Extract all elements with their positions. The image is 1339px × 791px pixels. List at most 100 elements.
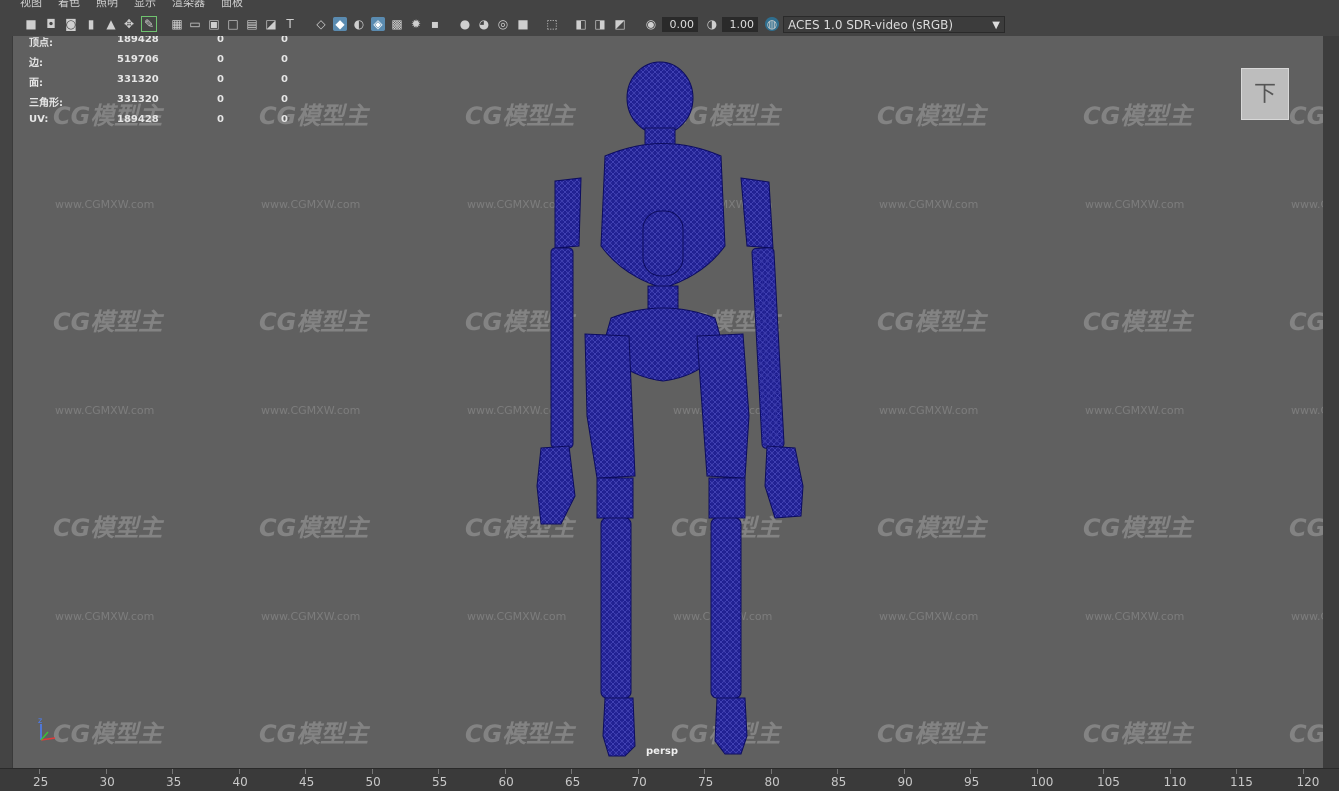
timeline-tick	[1103, 769, 1104, 774]
gamma-field[interactable]: 1.00	[722, 17, 758, 32]
hud-value: 519706	[117, 54, 159, 65]
timeline-tick	[105, 769, 107, 774]
timeline-tick	[238, 769, 240, 774]
timeline-tick-label: 75	[698, 775, 714, 789]
chevron-down-icon: ▼	[992, 20, 1000, 31]
color-space-select[interactable]: ACES 1.0 SDR-video (sRGB) ▼	[783, 16, 1005, 33]
timeline-tick	[504, 769, 506, 774]
smooth-shade-icon[interactable]: ◆	[333, 17, 347, 31]
robot-right-foot	[714, 697, 748, 755]
timeline-tick	[837, 769, 838, 774]
use-all-lights-icon[interactable]: ✹	[409, 17, 423, 31]
robot-right-shin	[710, 517, 742, 699]
hud-value: 0	[281, 54, 288, 65]
timeline-tick	[770, 769, 772, 774]
timeline-tick-label: 95	[964, 775, 980, 789]
menu-item-5[interactable]: 面板	[221, 0, 243, 9]
wireframe-icon[interactable]: ◇	[314, 17, 328, 31]
timeline-tick-label: 85	[831, 775, 847, 789]
grease-pencil-icon[interactable]: ✎	[141, 16, 157, 32]
left-border	[0, 36, 12, 768]
robot-left-shoulder	[554, 177, 582, 249]
hud-value: 0	[217, 94, 224, 105]
exposure-field[interactable]: 0.00	[662, 17, 698, 32]
hud-value: 0	[217, 114, 224, 125]
menu-item-4[interactable]: 渲染器	[172, 0, 205, 9]
robot-right-shoulder	[740, 177, 774, 249]
axis-gizmo-icon: z	[38, 716, 56, 741]
robot-right-thigh	[696, 333, 750, 479]
xray-components-icon[interactable]: ◩	[613, 17, 627, 31]
viewport-persp[interactable]: CG模型主CG模型主CG模型主CG模型主CG模型主CG模型主CG模型主CG模型主…	[12, 36, 1324, 768]
robot-chest-detail	[642, 210, 684, 277]
timeline-tick	[1302, 769, 1304, 774]
timeline-tick-label: 115	[1230, 775, 1253, 789]
film-gate-icon[interactable]: ▭	[188, 17, 202, 31]
grid-icon[interactable]: ▦	[170, 17, 184, 31]
panel-toolbar: ■ ◘ ◙ ▮ ▲ ✥ ✎ ▦ ▭ ▣ □ ▤ ◪ T ◇ ◆ ◐ ◈ ▩ ✹ …	[0, 12, 1339, 37]
menu-item-0[interactable]: 视图	[20, 0, 42, 9]
timeline-tick-label: 40	[232, 775, 248, 789]
menu-item-1[interactable]: 着色	[58, 0, 80, 9]
field-chart-icon[interactable]: ▤	[245, 17, 259, 31]
hud-value: 0	[281, 94, 288, 105]
hud-value: 189428	[117, 114, 159, 125]
camera-select-icon[interactable]: ■	[24, 17, 38, 31]
camera-lock-icon[interactable]: ◘	[44, 17, 58, 31]
timeline-tick-label: 100	[1030, 775, 1054, 789]
right-scrollbar[interactable]	[1323, 36, 1339, 768]
robot-left-knee	[596, 477, 634, 519]
robot-right-arm	[751, 247, 785, 449]
timeline-tick	[371, 769, 373, 774]
resolution-gate-icon[interactable]: ▣	[207, 17, 221, 31]
timeline-tick	[172, 769, 173, 774]
viewcube[interactable]: 下	[1241, 68, 1289, 120]
xray-icon[interactable]: ◧	[574, 17, 588, 31]
timeline-tick-label: 45	[299, 775, 315, 789]
camera-attributes-icon[interactable]: ◙	[64, 17, 78, 31]
timeline-tick	[903, 769, 905, 774]
timeline-tick	[305, 769, 306, 774]
isolate-select-icon[interactable]: ⬚	[545, 17, 559, 31]
gamma-icon[interactable]: ◑	[705, 17, 719, 31]
bookmark-icon[interactable]: ▮	[84, 17, 98, 31]
wireframe-on-shaded-icon[interactable]: ◈	[371, 17, 385, 31]
timeline-tick-label: 80	[764, 775, 780, 789]
ambient-occlusion-icon[interactable]: ●	[458, 17, 472, 31]
menu-item-3[interactable]: 显示	[134, 0, 156, 9]
robot-right-hand	[764, 445, 804, 519]
time-slider-ruler[interactable]: 25 30 35 40 45 50 55 60 65 70 75 80 85 90 95 100 105 110 1…	[0, 768, 1339, 791]
robot-left-thigh	[584, 333, 636, 479]
robot-head	[626, 61, 694, 135]
timeline-tick-label: 120	[1296, 775, 1320, 789]
two-d-pan-icon[interactable]: ✥	[122, 17, 136, 31]
hud-label: 面:	[29, 78, 43, 89]
depth-of-field-icon[interactable]: ■	[516, 17, 530, 31]
default-material-icon[interactable]: ◐	[352, 17, 366, 31]
hud-label: 三角形:	[29, 98, 63, 109]
gate-mask-icon[interactable]: □	[226, 17, 240, 31]
image-plane-icon[interactable]: ▲	[104, 17, 118, 31]
menu-item-2[interactable]: 照明	[96, 0, 118, 9]
xray-joints-icon[interactable]: ◨	[593, 17, 607, 31]
color-management-icon[interactable]: ◍	[765, 17, 779, 31]
timeline-tick-label: 60	[498, 775, 514, 789]
safe-action-icon[interactable]: ◪	[264, 17, 278, 31]
timeline-tick	[1169, 769, 1171, 774]
axis-z-label: z	[38, 716, 42, 725]
shadows-icon[interactable]: ▪	[428, 17, 442, 31]
textured-icon[interactable]: ▩	[390, 17, 404, 31]
viewcube-face-label: 下	[1253, 82, 1276, 107]
hud-value: 0	[217, 36, 224, 45]
timeline-tick	[970, 769, 971, 774]
robot-left-hand	[536, 445, 576, 525]
safe-title-icon[interactable]: T	[283, 17, 297, 31]
exposure-icon[interactable]: ◉	[644, 17, 658, 31]
hud-value: 0	[281, 74, 288, 85]
hud-value: 0	[217, 74, 224, 85]
timeline-tick	[1036, 769, 1038, 774]
hud-label: 边:	[29, 58, 43, 69]
motion-blur-icon[interactable]: ◕	[477, 17, 491, 31]
robot-wireframe-model[interactable]	[13, 36, 1324, 768]
multisample-icon[interactable]: ◎	[496, 17, 510, 31]
